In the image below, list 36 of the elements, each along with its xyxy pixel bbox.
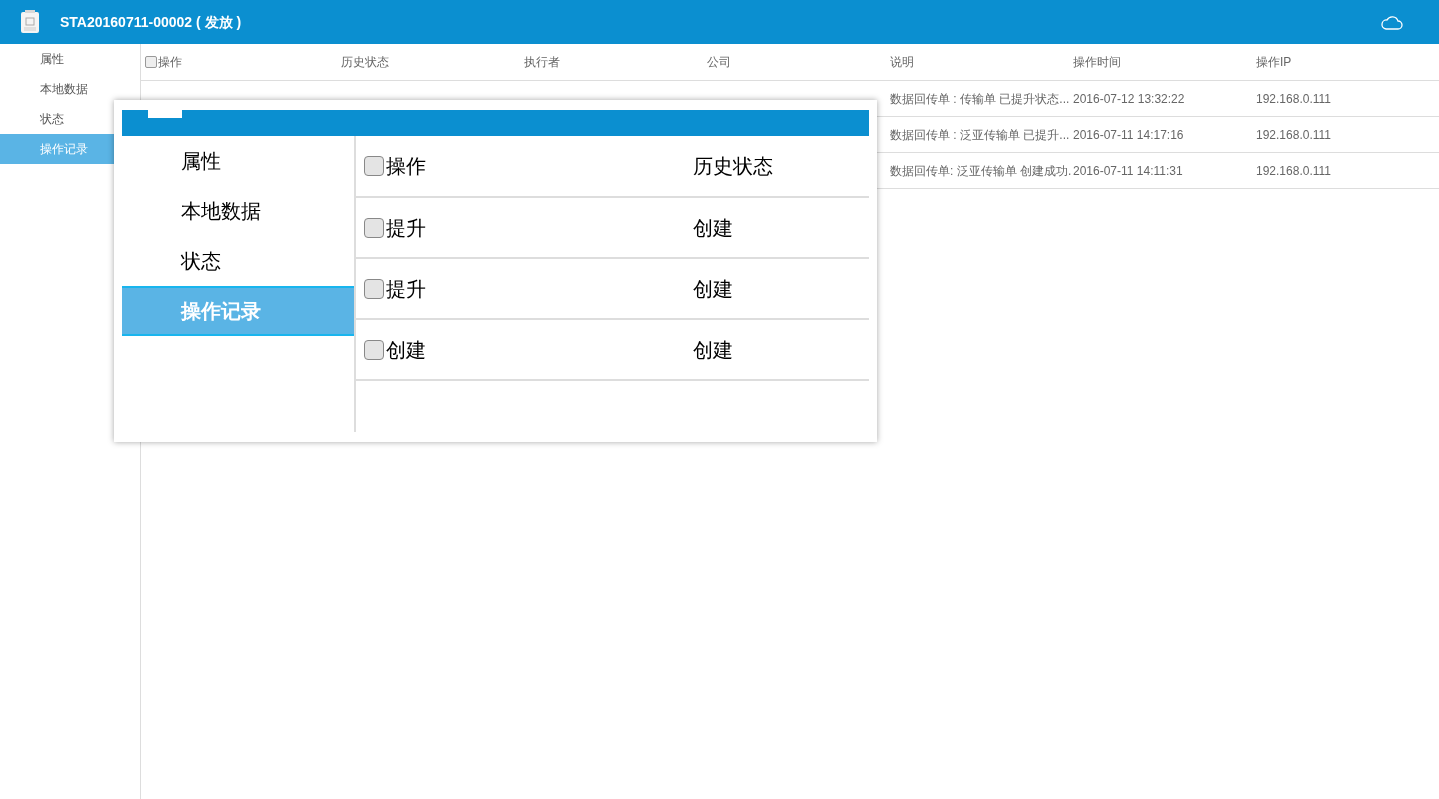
column-header: 执行者 [524,54,560,71]
table-cell-text: 192.168.0.111 [1256,126,1331,144]
cloud-icon[interactable] [1381,14,1403,30]
table-cell-text: 创建 [693,215,733,241]
column-header: 历史状态 [693,154,773,179]
table-cell-text: 192.168.0.111 [1256,162,1331,180]
table-cell-text: 2016-07-11 14:17:16 [1073,126,1184,144]
table-cell-text: 创建 [693,276,733,302]
table-cell-text: 创建 [386,337,426,363]
table-cell-text: 192.168.0.111 [1256,90,1331,108]
table-cell-text: 数据回传单 : 泛亚传输单 已提升... [890,126,1070,144]
column-header: 历史状态 [341,54,389,71]
column-header: 操作IP [1256,54,1292,71]
table-cell-text: 提升 [386,276,426,302]
table-cell-text: 2016-07-12 13:32:22 [1073,90,1185,108]
table-cell-text: 提升 [386,215,426,241]
column-header: 操作 [386,154,426,179]
table-cell-text: 创建 [693,337,733,363]
table-cell-text: 数据回传单: 泛亚传输单 创建成功. [890,162,1072,180]
sidebar-item[interactable]: 本地数据 [122,186,354,236]
sidebar-item[interactable]: 本地数据 [0,74,140,104]
checkbox[interactable] [364,217,384,238]
document-icon [20,10,40,34]
sidebar-item[interactable]: 状态 [122,236,354,286]
column-header: 说明 [890,54,914,71]
sidebar-item[interactable]: 属性 [0,44,140,74]
checkbox[interactable] [364,156,384,176]
table-cell-text: 2016-07-11 14:11:31 [1073,162,1183,180]
table-cell-text: 数据回传单 : 传输单 已提升状态... [890,90,1070,108]
column-header: 操作时间 [1073,54,1121,71]
checkbox[interactable] [364,278,384,299]
column-header: 操作 [158,54,182,71]
checkbox[interactable] [145,56,157,68]
checkbox[interactable] [364,339,384,360]
window-title: STA20160711-00002 ( 发放 ) [60,12,242,32]
column-header: 公司 [707,54,731,71]
